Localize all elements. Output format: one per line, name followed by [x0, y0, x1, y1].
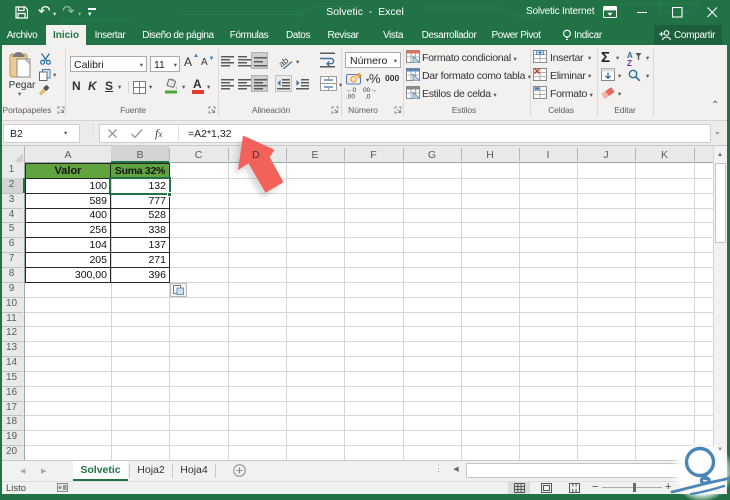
- svg-text:Z: Z: [627, 59, 632, 66]
- svg-text:.00: .00: [346, 94, 355, 100]
- svg-text:,0: ,0: [365, 94, 371, 100]
- svg-text:ab: ab: [277, 55, 291, 69]
